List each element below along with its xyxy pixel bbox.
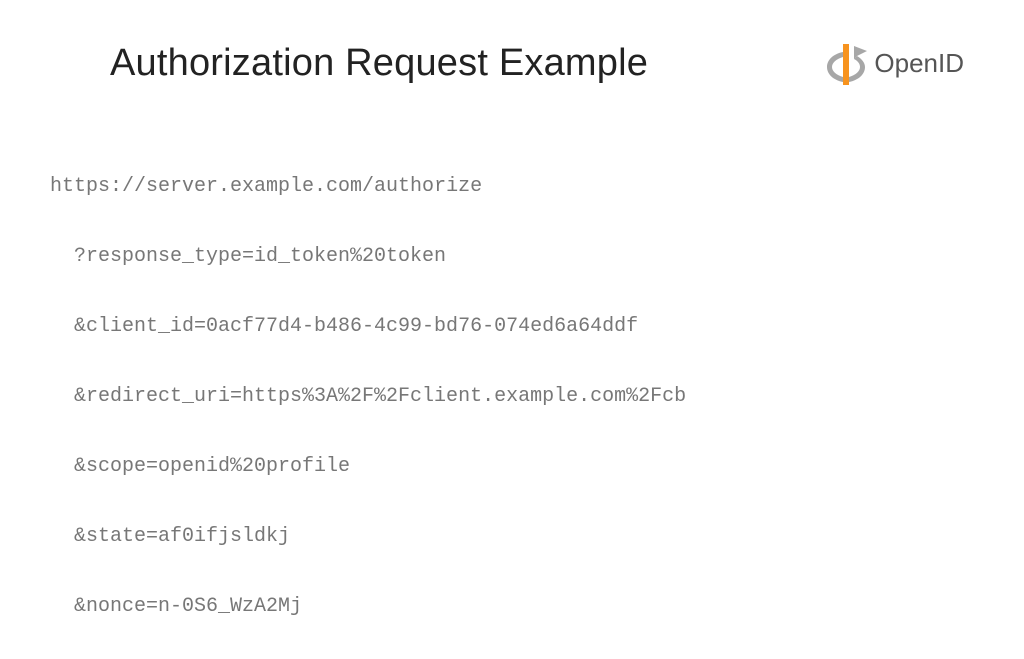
openid-logo-icon bbox=[822, 40, 868, 86]
code-line-client-id: &client_id=0acf77d4-b486-4c99-bd76-074ed… bbox=[50, 309, 984, 344]
openid-logo: OpenID bbox=[822, 40, 984, 86]
authorization-request-code: https://server.example.com/authorize ?re… bbox=[0, 86, 1024, 659]
code-line-scope: &scope=openid%20profile bbox=[50, 449, 984, 484]
page-title: Authorization Request Example bbox=[110, 42, 648, 85]
code-line-url: https://server.example.com/authorize bbox=[50, 169, 984, 204]
openid-logo-text: OpenID bbox=[874, 48, 964, 79]
code-line-redirect-uri: &redirect_uri=https%3A%2F%2Fclient.examp… bbox=[50, 379, 984, 414]
code-line-state: &state=af0ifjsldkj bbox=[50, 519, 984, 554]
code-line-nonce: &nonce=n-0S6_WzA2Mj bbox=[50, 589, 984, 624]
code-line-response-type: ?response_type=id_token%20token bbox=[50, 239, 984, 274]
slide-header: Authorization Request Example OpenID bbox=[0, 0, 1024, 86]
